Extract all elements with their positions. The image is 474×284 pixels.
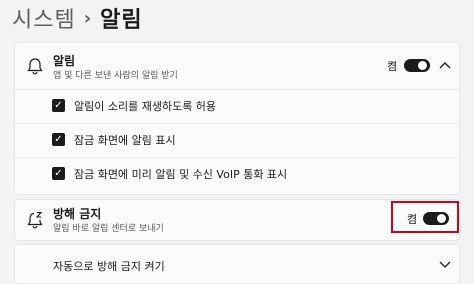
auto-dnd-title: 자동으로 방해 금지 켜기 (53, 260, 165, 273)
breadcrumb-parent[interactable]: 시스템 (12, 2, 76, 34)
notifications-header[interactable]: 알림 앱 및 다른 보낸 사람의 알림 받기 켬 (15, 43, 459, 90)
chevron-up-icon[interactable] (439, 61, 451, 69)
notifications-card: 알림 앱 및 다른 보낸 사람의 알림 받기 켬 ✓ 알림이 소리를 재생하도록… (14, 42, 460, 195)
option-lock-screen[interactable]: ✓ 잠금 화면에 알림 표시 (15, 123, 459, 158)
option-label: 잠금 화면에 미리 알림 및 수신 VoIP 통화 표시 (74, 168, 288, 181)
option-label: 잠금 화면에 알림 표시 (74, 134, 176, 147)
checkbox-lock-screen[interactable]: ✓ (52, 133, 65, 146)
checkbox-lock-screen-voip[interactable]: ✓ (52, 167, 65, 180)
breadcrumb: 시스템 › 알림 (12, 2, 143, 34)
notifications-toggle[interactable] (404, 59, 430, 72)
breadcrumb-separator: › (83, 7, 93, 29)
notifications-state-label: 켬 (387, 60, 398, 73)
checkbox-allow-sound[interactable]: ✓ (52, 99, 65, 112)
page-title: 알림 (100, 8, 143, 33)
option-allow-sound[interactable]: ✓ 알림이 소리를 재생하도록 허용 (15, 89, 459, 124)
option-label: 알림이 소리를 재생하도록 허용 (74, 100, 217, 113)
auto-dnd-card[interactable]: 자동으로 방해 금지 켜기 (14, 244, 460, 284)
dnd-subtitle: 알림 바로 알림 센터로 보내기 (53, 224, 164, 234)
option-lock-screen-voip[interactable]: ✓ 잠금 화면에 미리 알림 및 수신 VoIP 통화 표시 (15, 157, 459, 191)
notifications-subtitle: 앱 및 다른 보낸 사람의 알림 받기 (53, 71, 178, 81)
bell-snooze-icon (27, 211, 43, 229)
dnd-toggle-highlight (391, 201, 459, 233)
toggle-knob (418, 61, 427, 70)
dnd-title: 방해 금지 (53, 207, 102, 221)
chevron-down-icon[interactable] (439, 261, 451, 269)
notifications-title: 알림 (53, 54, 76, 68)
bell-icon (27, 58, 43, 75)
